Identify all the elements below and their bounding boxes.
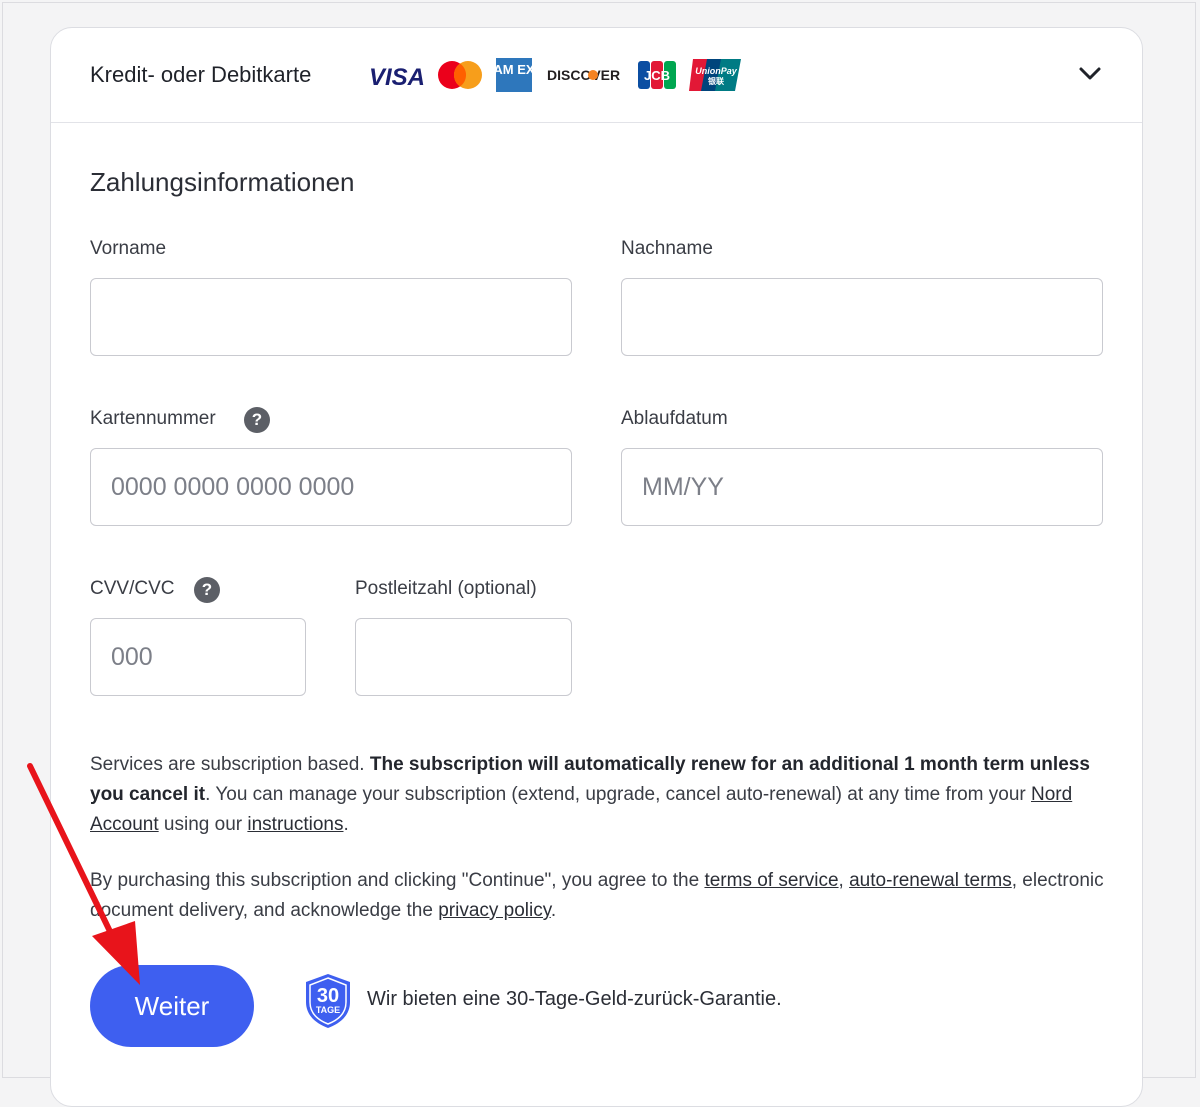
card-number-input[interactable]	[91, 449, 571, 525]
card-number-help-icon[interactable]: ?	[244, 407, 270, 433]
last-name-field[interactable]	[621, 278, 1103, 356]
svg-text:JCB: JCB	[644, 68, 670, 83]
expiry-label: Ablaufdatum	[621, 408, 728, 429]
discover-logo: DISCOVER	[547, 67, 620, 83]
svg-text:AM EX: AM EX	[496, 62, 534, 77]
visa-logo: VISA	[369, 64, 425, 91]
privacy-policy-link[interactable]: privacy policy	[438, 900, 551, 921]
mastercard-logo	[438, 61, 482, 89]
expiry-field[interactable]	[621, 448, 1103, 526]
guarantee-text: Wir bieten eine 30-Tage-Geld-zurück-Gara…	[367, 988, 782, 1010]
first-name-label: Vorname	[90, 238, 167, 259]
terms-text: .	[550, 900, 557, 921]
svg-text:UnionPay: UnionPay	[695, 66, 738, 76]
svg-text:VISA: VISA	[369, 64, 425, 91]
terms-of-service-link[interactable]: terms of service	[704, 870, 838, 891]
first-name-field[interactable]	[90, 278, 572, 356]
svg-text:DISCOVER: DISCOVER	[547, 67, 620, 83]
svg-text:银联: 银联	[707, 76, 724, 86]
notice-text: Services are subscription based.	[90, 754, 370, 775]
zip-input[interactable]	[356, 619, 571, 695]
cvv-help-icon[interactable]: ?	[194, 577, 220, 603]
continue-button[interactable]: Weiter	[90, 965, 254, 1047]
money-back-badge-icon: 30 TAGE	[306, 974, 350, 1028]
terms-notice: By purchasing this subscription and clic…	[90, 866, 1110, 926]
terms-text: By purchasing this subscription and clic…	[90, 870, 705, 891]
instructions-link[interactable]: instructions	[247, 814, 343, 835]
notice-text: . You can manage your subscription (exte…	[205, 784, 1032, 805]
svg-text:TAGE: TAGE	[316, 1005, 340, 1015]
last-name-input[interactable]	[622, 279, 1102, 355]
cvv-label: CVV/CVC	[90, 578, 175, 599]
unionpay-logo: UnionPay 银联	[689, 59, 741, 91]
card-number-field[interactable]	[90, 448, 572, 526]
payment-card: Kredit- oder Debitkarte VISA AM EX DISCO…	[50, 27, 1143, 1107]
payment-method-title: Kredit- oder Debitkarte	[90, 62, 312, 87]
jcb-logo: JCB	[638, 61, 676, 89]
auto-renewal-terms-link[interactable]: auto-renewal terms	[849, 870, 1012, 891]
zip-field[interactable]	[355, 618, 572, 696]
zip-label: Postleitzahl (optional)	[355, 578, 537, 599]
chevron-down-icon[interactable]	[1078, 64, 1102, 84]
cvv-input[interactable]	[91, 619, 305, 695]
amex-logo: AM EX	[496, 58, 534, 92]
subscription-notice: Services are subscription based. The sub…	[90, 750, 1110, 840]
card-number-label: Kartennummer	[90, 408, 216, 429]
last-name-label: Nachname	[621, 238, 713, 259]
section-title: Zahlungsinformationen	[90, 167, 355, 197]
notice-text: using our	[158, 814, 248, 835]
svg-text:30: 30	[317, 985, 339, 1007]
notice-text: .	[343, 814, 349, 835]
payment-method-header[interactable]: Kredit- oder Debitkarte VISA AM EX DISCO…	[51, 28, 1142, 123]
cvv-field[interactable]	[90, 618, 306, 696]
first-name-input[interactable]	[91, 279, 571, 355]
terms-text: ,	[838, 870, 850, 891]
expiry-input[interactable]	[622, 449, 1102, 525]
